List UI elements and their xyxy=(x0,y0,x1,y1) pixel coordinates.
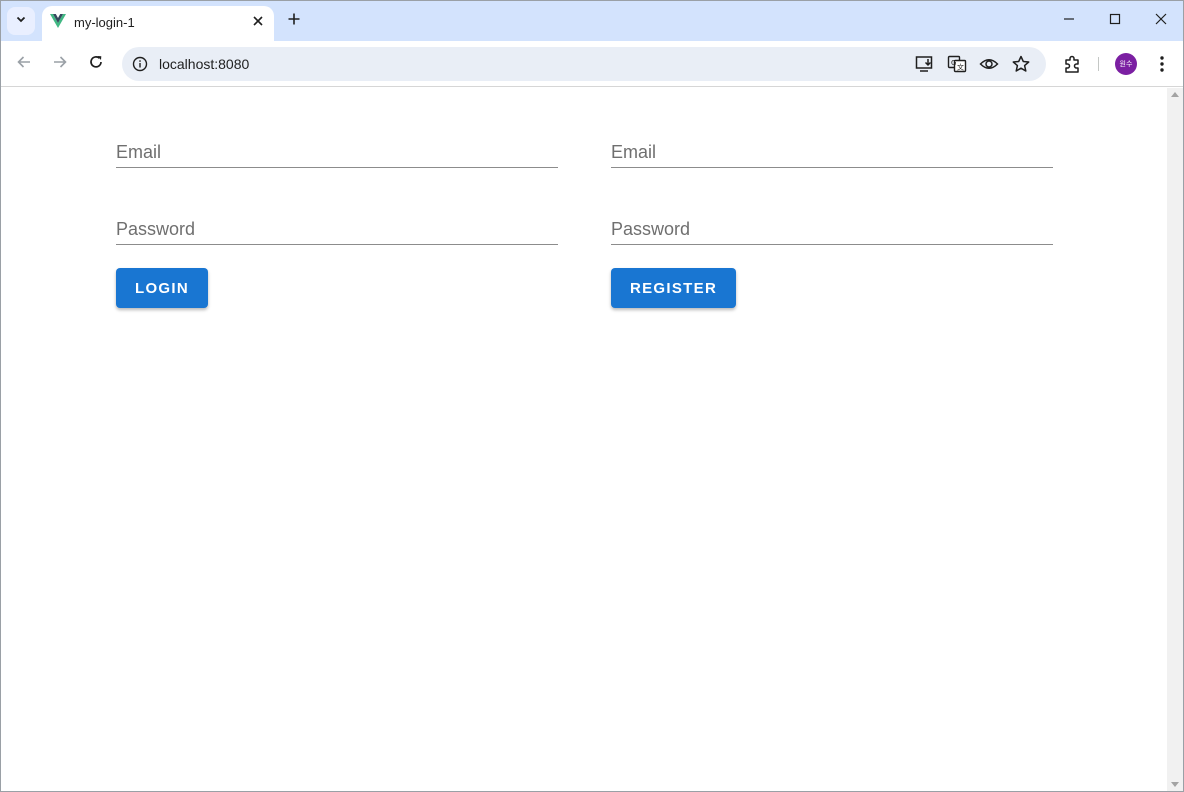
reload-button[interactable] xyxy=(82,50,110,78)
login-password-field xyxy=(116,209,558,245)
new-tab-button[interactable] xyxy=(283,10,305,32)
profile-avatar[interactable]: 원수 xyxy=(1115,53,1137,75)
arrow-right-icon xyxy=(52,54,68,75)
translate-icon[interactable]: G 文 xyxy=(946,54,968,74)
plus-icon xyxy=(288,12,300,30)
page-content: LOGIN REGISTER xyxy=(1,88,1167,791)
tab-search-button[interactable] xyxy=(7,7,35,35)
close-icon xyxy=(1155,12,1167,30)
address-bar[interactable]: localhost:8080 G 文 xyxy=(122,47,1046,81)
forward-button[interactable] xyxy=(46,50,74,78)
svg-text:文: 文 xyxy=(957,63,964,72)
register-password-field xyxy=(611,209,1053,245)
browser-toolbar: localhost:8080 G 文 원수 xyxy=(1,41,1183,87)
eye-icon[interactable] xyxy=(978,54,1000,74)
chevron-down-icon xyxy=(15,12,27,30)
install-app-icon[interactable] xyxy=(914,54,936,74)
extensions-puzzle-icon[interactable] xyxy=(1060,52,1084,76)
minimize-button[interactable] xyxy=(1046,1,1092,41)
tab-title: my-login-1 xyxy=(74,15,135,30)
bookmark-star-icon[interactable] xyxy=(1010,54,1032,74)
info-icon[interactable] xyxy=(132,56,148,72)
active-tab[interactable]: my-login-1 xyxy=(42,6,274,41)
back-button[interactable] xyxy=(10,50,38,78)
register-email-field xyxy=(611,132,1053,168)
arrow-left-icon xyxy=(16,54,32,75)
close-window-button[interactable] xyxy=(1138,1,1183,41)
tab-strip: my-login-1 xyxy=(1,1,1183,41)
close-tab-icon[interactable] xyxy=(248,11,268,31)
register-button[interactable]: REGISTER xyxy=(611,268,737,308)
login-email-field xyxy=(116,132,558,168)
minimize-icon xyxy=(1063,12,1075,30)
more-menu-icon[interactable] xyxy=(1150,52,1174,76)
register-email-input[interactable] xyxy=(611,132,1053,167)
reload-icon xyxy=(88,54,104,75)
login-email-input[interactable] xyxy=(116,132,558,167)
url-text[interactable]: localhost:8080 xyxy=(159,56,249,72)
vue-logo-icon xyxy=(50,13,66,29)
maximize-icon xyxy=(1109,12,1121,30)
login-password-input[interactable] xyxy=(116,209,558,244)
scroll-up-arrow-icon[interactable] xyxy=(1171,92,1179,97)
toolbar-divider xyxy=(1098,57,1099,71)
maximize-button[interactable] xyxy=(1092,1,1138,41)
register-password-input[interactable] xyxy=(611,209,1053,244)
browser-window: my-login-1 localhost:8080 G 文 원수 Email L… xyxy=(0,0,1184,792)
vertical-scrollbar[interactable] xyxy=(1167,88,1183,791)
login-button[interactable]: LOGIN xyxy=(116,268,208,308)
scroll-down-arrow-icon[interactable] xyxy=(1171,782,1179,787)
svg-text:G: G xyxy=(951,59,956,67)
